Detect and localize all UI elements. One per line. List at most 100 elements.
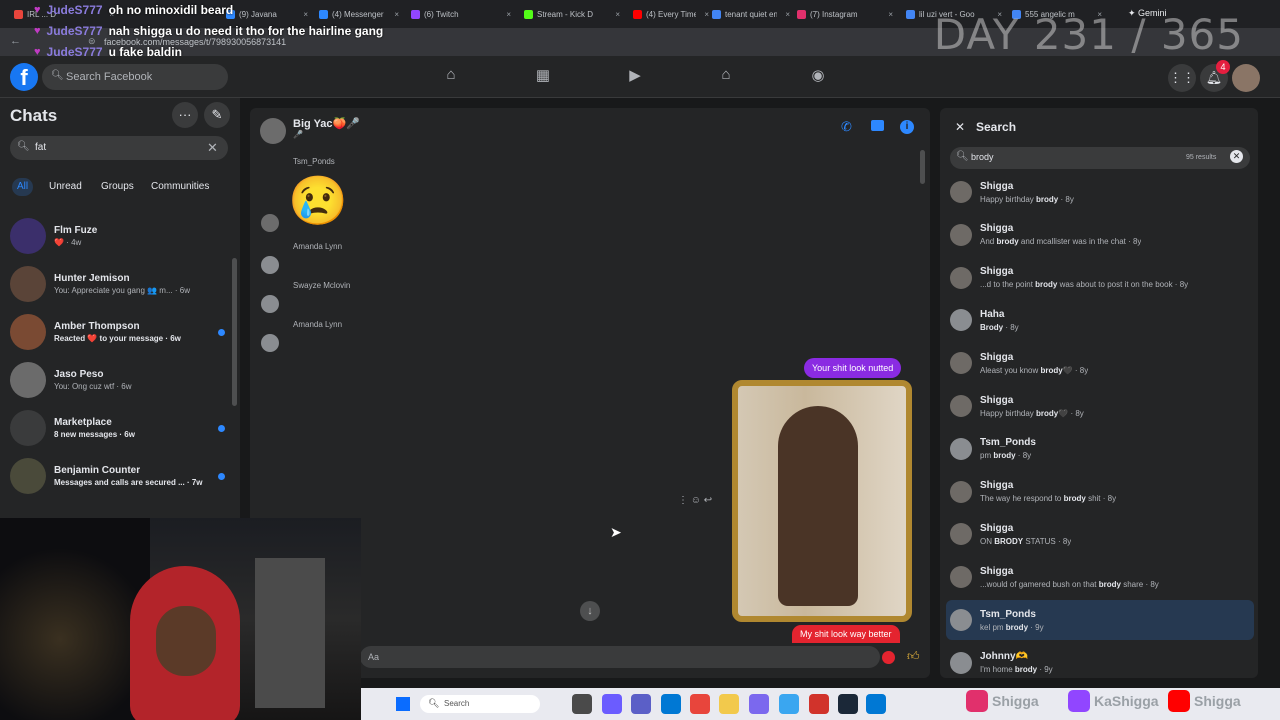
browser-tab[interactable]: (9) Javana × xyxy=(226,6,308,22)
profile-avatar[interactable] xyxy=(1232,64,1260,92)
chat-item[interactable]: Flm Fuze ❤️ · 4w xyxy=(10,214,225,258)
chrome-icon[interactable] xyxy=(690,694,710,714)
chat-item[interactable]: Benjamin Counter Messages and calls are s… xyxy=(10,454,225,498)
search-query[interactable]: brody xyxy=(971,152,994,162)
unread-dot xyxy=(218,328,225,336)
like-icon[interactable]: 👍︎ xyxy=(907,649,920,664)
social-platform-icon xyxy=(1068,690,1090,712)
social-handle-text: Shigga xyxy=(1194,693,1241,709)
close-tab-icon[interactable]: × xyxy=(785,10,790,19)
gaming-icon[interactable]: ◉ xyxy=(807,66,829,88)
avatar xyxy=(950,566,972,589)
clear-search-icon[interactable]: ✕ xyxy=(207,140,218,156)
result-snippet: Happy birthday brody🖤 · 8y xyxy=(980,409,1084,418)
search-result-item[interactable]: Shigga Happy birthday brody🖤 · 8y xyxy=(946,386,1254,426)
search-result-item[interactable]: Tsm_Ponds kel pm brody · 9y xyxy=(946,600,1254,640)
new-message-icon[interactable]: ✎ xyxy=(204,102,230,128)
video-call-icon[interactable] xyxy=(871,120,884,131)
steam-icon[interactable] xyxy=(838,694,858,714)
facebook-search-input[interactable]: Search Facebook xyxy=(42,64,228,90)
snippet-post: STATUS · 8y xyxy=(1023,536,1072,546)
search-result-item[interactable]: Tsm_Ponds pm brody · 8y xyxy=(946,429,1254,469)
feeds-icon[interactable]: ▦ xyxy=(532,66,554,88)
menu-grid-icon[interactable]: ⋮⋮ xyxy=(1168,64,1196,92)
chat-item[interactable]: Marketplace 8 new messages · 6w xyxy=(10,406,225,450)
close-tab-icon[interactable]: × xyxy=(394,10,399,19)
browser-tab[interactable]: (4) Every Time I × xyxy=(633,6,709,22)
browser-tab[interactable]: (6) Twitch × xyxy=(411,6,511,22)
group-avatar[interactable] xyxy=(260,118,286,144)
marketplace-icon[interactable]: ⌂ xyxy=(715,66,737,88)
browser-tab[interactable]: (4) Messenger × xyxy=(319,6,399,22)
tab-favicon-icon xyxy=(633,9,642,19)
search-result-text: Shigga ON BRODY STATUS · 8y xyxy=(980,523,1071,546)
close-tab-icon[interactable]: × xyxy=(888,10,893,19)
filter-tab-groups[interactable]: Groups xyxy=(96,178,139,196)
edge-icon[interactable] xyxy=(661,694,681,714)
chrome-profile-icon[interactable] xyxy=(779,694,799,714)
app-icon[interactable] xyxy=(809,694,829,714)
sent-message-bubble[interactable]: Your shit look nutted xyxy=(804,358,902,378)
search-result-item[interactable]: Shigga ...d to the point brody was about … xyxy=(946,258,1254,298)
message-composer[interactable]: Aa xyxy=(360,646,880,668)
video-icon[interactable]: ▶ xyxy=(624,66,646,88)
info-icon[interactable]: i xyxy=(900,120,914,134)
result-snippet: Aleast you know brody🖤 · 8y xyxy=(980,366,1088,375)
search-result-item[interactable]: Shigga And brody and mcallister was in th… xyxy=(946,215,1254,255)
windows-start-icon[interactable] xyxy=(396,697,410,711)
search-result-item[interactable]: Shigga ON BRODY STATUS · 8y xyxy=(946,514,1254,554)
scroll-down-icon[interactable]: ↓ xyxy=(580,601,600,621)
teams-icon[interactable] xyxy=(631,694,651,714)
conversation-scrollbar[interactable] xyxy=(920,150,925,184)
home-icon[interactable]: ⌂ xyxy=(440,66,462,88)
copilot-icon[interactable] xyxy=(602,694,622,714)
social-handle: Shigga xyxy=(966,690,1039,712)
browser-tab[interactable]: (7) Instagram × xyxy=(797,6,893,22)
filter-tab-all[interactable]: All xyxy=(12,178,34,196)
snippet-post: 🖤 · 8y xyxy=(1058,408,1084,418)
close-tab-icon[interactable]: × xyxy=(704,10,709,19)
snippet-hit: brody xyxy=(1035,280,1058,290)
facebook-logo-icon[interactable]: f xyxy=(10,63,38,91)
close-tab-icon[interactable]: × xyxy=(506,10,511,19)
message-actions-icon[interactable]: ⋮ ☺ ↩ xyxy=(678,495,712,506)
tab-label: (7) Instagram xyxy=(810,9,858,19)
conversation-title[interactable]: Big Yac🍑🎤 xyxy=(293,117,360,130)
result-sender: Johnny🫶 xyxy=(980,651,1029,663)
chat-item-text: Jaso Peso You: Ong cuz wtf · 6w xyxy=(54,369,225,391)
search-result-item[interactable]: Johnny🫶 I'm home brody · 9y xyxy=(946,643,1254,683)
app-icon[interactable] xyxy=(866,694,886,714)
sent-message-bubble[interactable]: My shit look way better xyxy=(792,625,900,643)
search-result-item[interactable]: Shigga The way he respond to brody shit ·… xyxy=(946,472,1254,512)
search-result-item[interactable]: Shigga ...would of gamered bush on that b… xyxy=(946,557,1254,597)
search-result-text: Shigga Happy birthday brody🖤 · 8y xyxy=(980,395,1084,418)
back-icon[interactable]: ← xyxy=(10,35,21,47)
snippet-pre: And xyxy=(980,237,997,247)
close-icon[interactable]: ✕ xyxy=(955,120,965,134)
photo-message[interactable] xyxy=(732,380,912,622)
chat-search-input[interactable]: fat xyxy=(10,136,228,160)
search-result-item[interactable]: Shigga Happy birthday brody · 8y xyxy=(946,172,1254,212)
browser-tab[interactable]: tenant quiet en × xyxy=(712,6,790,22)
filter-tab-unread[interactable]: Unread xyxy=(44,178,87,196)
search-result-text: Tsm_Ponds kel pm brody · 9y xyxy=(980,609,1044,632)
filter-tab-communities[interactable]: Communities xyxy=(146,178,214,196)
chat-item[interactable]: Jaso Peso You: Ong cuz wtf · 6w xyxy=(10,358,225,402)
close-tab-icon[interactable]: × xyxy=(615,10,620,19)
clear-search-icon[interactable]: ✕ xyxy=(1230,150,1243,163)
tab-label: (6) Twitch xyxy=(424,9,459,19)
search-result-item[interactable]: Haha Brody · 8y xyxy=(946,300,1254,340)
chat-item[interactable]: Amber Thompson Reacted ❤️ to your message… xyxy=(10,310,225,354)
discord-icon[interactable] xyxy=(749,694,769,714)
chat-item[interactable]: Hunter Jemison You: Appreciate you gang 👥… xyxy=(10,262,225,306)
chat-list-scrollbar[interactable] xyxy=(232,258,237,406)
close-tab-icon[interactable]: × xyxy=(303,10,308,19)
search-result-item[interactable]: Shigga Aleast you know brody🖤 · 8y xyxy=(946,343,1254,383)
folder-icon[interactable] xyxy=(719,694,739,714)
chat-preview: Messages and calls are secured ... · 7w xyxy=(54,478,203,487)
emoji-icon[interactable] xyxy=(882,651,895,664)
file-explorer-icon[interactable] xyxy=(572,694,592,714)
browser-tab[interactable]: Stream - Kick D × xyxy=(524,6,620,22)
voice-call-icon[interactable]: ✆ xyxy=(841,119,852,135)
more-options-icon[interactable]: ··· xyxy=(172,102,198,128)
